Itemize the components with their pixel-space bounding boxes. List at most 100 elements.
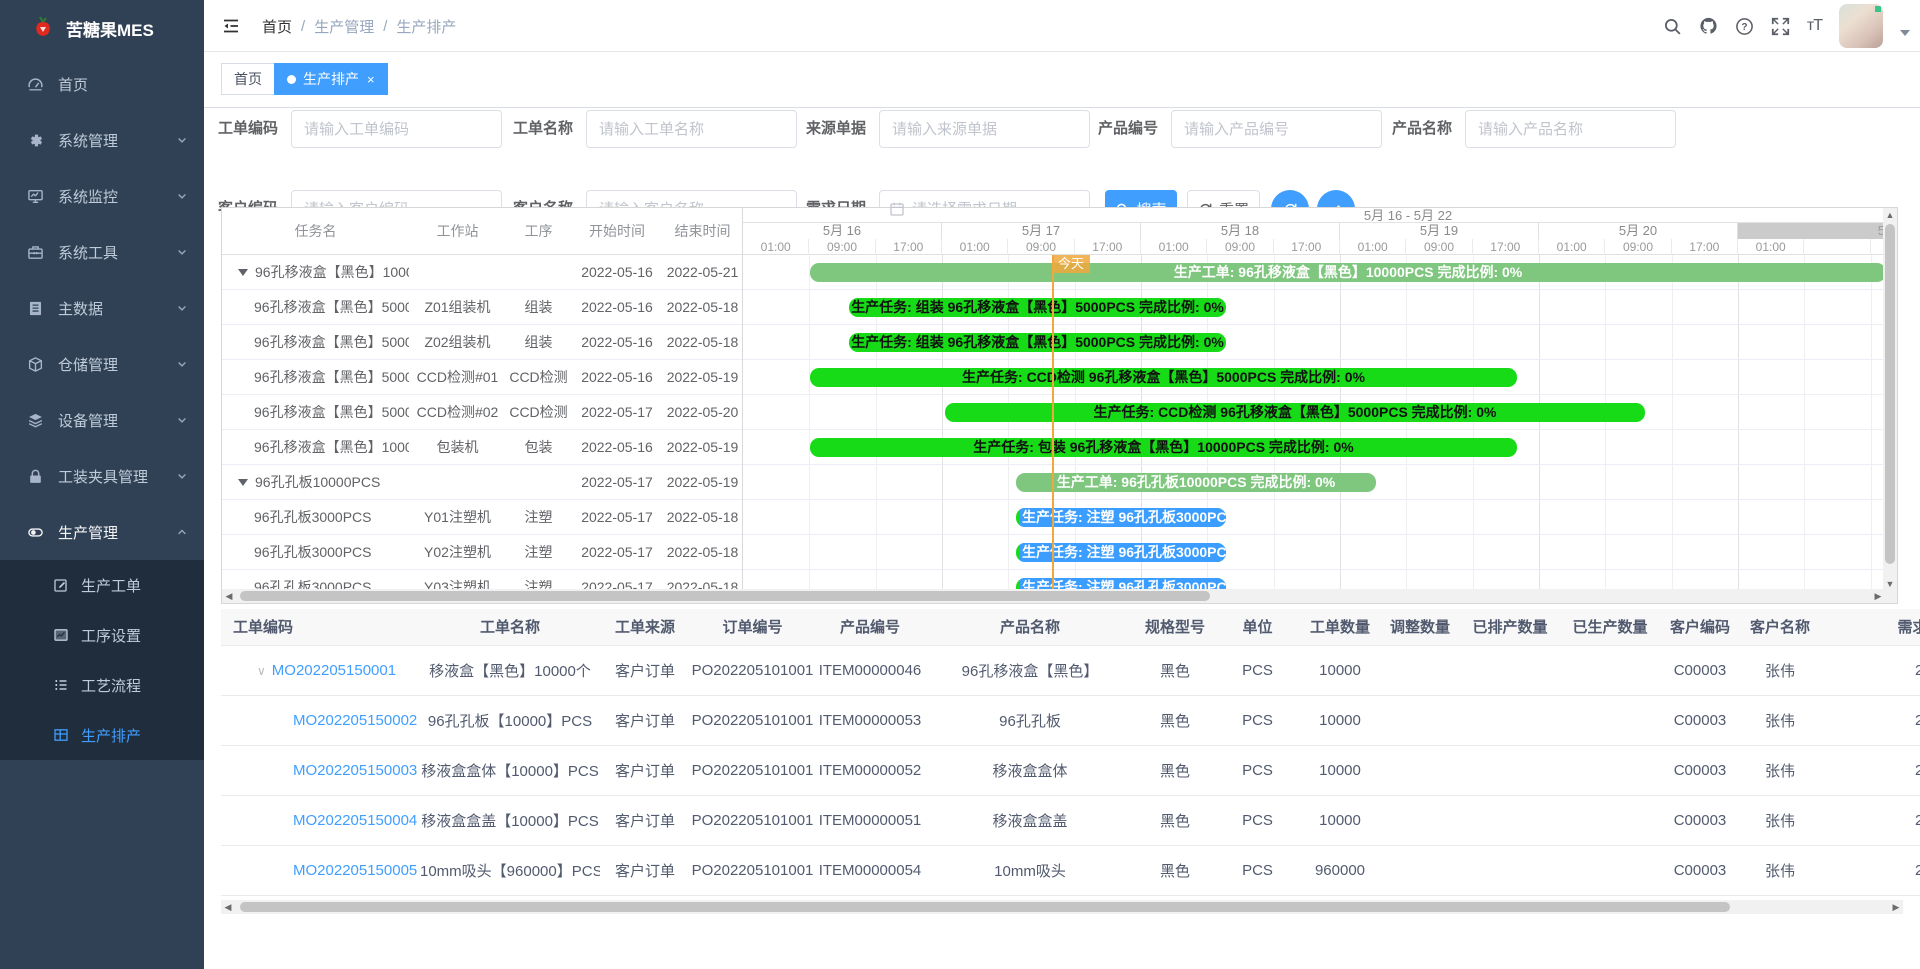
breadcrumb-scheduling[interactable]: 生产排产 bbox=[396, 16, 456, 37]
breadcrumb-home[interactable]: 首页 bbox=[262, 16, 292, 37]
gantt-task-row[interactable]: 96孔孔板3000PCSY01注塑机注塑2022-05-172022-05-18 bbox=[222, 500, 742, 535]
task-name: 96孔移液盒【黑色】5000PCS bbox=[222, 402, 409, 422]
task-start: 2022-05-16 bbox=[571, 299, 663, 315]
task-bar[interactable]: 生产任务: CCD检测 96孔移液盒【黑色】5000PCS 完成比例: 0% bbox=[810, 368, 1517, 387]
gantt-table-header: 任务名工作站工序开始时间结束时间 bbox=[222, 208, 742, 255]
order-row[interactable]: ∨MO202205150001移液盒【黑色】10000个客户订单PO202205… bbox=[221, 645, 1920, 695]
collapse-triangle-icon[interactable] bbox=[238, 269, 248, 276]
task-start: 2022-05-16 bbox=[571, 439, 663, 455]
gantt-task-row[interactable]: 96孔移液盒【黑色】10000PCS包装机包装2022-05-162022-05… bbox=[222, 430, 742, 465]
gantt-hscroll-thumb[interactable] bbox=[240, 591, 1210, 601]
tab-home[interactable]: 首页 bbox=[221, 63, 275, 95]
order-link[interactable]: MO202205150005 bbox=[293, 862, 417, 879]
gantt-task-row[interactable]: 96孔移液盒【黑色】5000PCSCCD检测#01CCD检测2022-05-16… bbox=[222, 360, 742, 395]
gantt-task-row[interactable]: 96孔移液盒【黑色】5000PCSZ01组装机组装2022-05-162022-… bbox=[222, 290, 742, 325]
task-bar[interactable]: 生产任务: CCD检测 96孔移液盒【黑色】5000PCS 完成比例: 0% bbox=[945, 403, 1645, 422]
gantt-col-3: 开始时间 bbox=[571, 221, 663, 241]
gantt-task-row[interactable]: 96孔孔板3000PCSY03注塑机注塑2022-05-172022-05-18 bbox=[222, 570, 742, 591]
gantt-task-row[interactable]: 96孔移液盒【黑色】10000PCS2022-05-162022-05-21 bbox=[222, 255, 742, 290]
sidebar-item-label: 主数据 bbox=[58, 298, 176, 319]
gantt-task-row[interactable]: 96孔移液盒【黑色】5000PCSZ02组装机组装2022-05-162022-… bbox=[222, 325, 742, 360]
submenu-item-0[interactable]: 生产工单 bbox=[0, 560, 204, 610]
help-icon[interactable]: ? bbox=[1735, 17, 1754, 36]
order-link[interactable]: MO202205150001 bbox=[272, 662, 396, 679]
order-link[interactable]: MO202205150004 bbox=[293, 812, 417, 829]
filter-input-0-4[interactable] bbox=[1465, 110, 1676, 148]
order-row[interactable]: MO20220515000510mm吸头【960000】PCS客户订单PO202… bbox=[221, 845, 1920, 895]
gantt-task-table: 任务名工作站工序开始时间结束时间 96孔移液盒【黑色】10000PCS2022-… bbox=[222, 208, 742, 603]
order-cell-adj_qty bbox=[1380, 745, 1460, 795]
sidebar-item-6[interactable]: 设备管理 bbox=[0, 392, 204, 448]
scroll-left-icon[interactable]: ◀ bbox=[221, 900, 235, 914]
chevron-down-icon[interactable] bbox=[1900, 30, 1910, 36]
submenu-item-1[interactable]: 工序设置 bbox=[0, 610, 204, 660]
gantt-col-0: 任务名 bbox=[222, 221, 409, 241]
gantt-task-row[interactable]: 96孔孔板10000PCS2022-05-172022-05-19 bbox=[222, 465, 742, 500]
github-icon[interactable] bbox=[1699, 17, 1718, 36]
collapse-triangle-icon[interactable] bbox=[238, 479, 248, 486]
filter-input-0-3[interactable] bbox=[1171, 110, 1382, 148]
order-row[interactable]: MO202205150003移液盒盒体【10000】PCS客户订单PO20220… bbox=[221, 745, 1920, 795]
gantt-chart-row: 生产任务: 注塑 96孔孔板3000PCS 完成比例: 0% bbox=[743, 535, 1885, 570]
order-bar[interactable]: 生产工单: 96孔孔板10000PCS 完成比例: 0% bbox=[1016, 473, 1376, 492]
task-bar[interactable]: 生产任务: 组装 96孔移液盒【黑色】5000PCS 完成比例: 0% bbox=[849, 333, 1226, 352]
search-icon[interactable] bbox=[1663, 17, 1682, 36]
order-row[interactable]: MO202205150004移液盒盒盖【10000】PCS客户订单PO20220… bbox=[221, 795, 1920, 845]
sidebar-item-3[interactable]: 系统工具 bbox=[0, 224, 204, 280]
task-bar[interactable]: 生产任务: 注塑 96孔孔板3000PCS 完成比例: 0% bbox=[1016, 543, 1226, 562]
gantt-task-row[interactable]: 96孔孔板3000PCSY02注塑机注塑2022-05-172022-05-18 bbox=[222, 535, 742, 570]
gantt-vscrollbar[interactable]: ▲ ▼ bbox=[1883, 208, 1897, 591]
sidebar-item-4[interactable]: 主数据 bbox=[0, 280, 204, 336]
task-bar[interactable]: 生产任务: 组装 96孔移液盒【黑色】5000PCS 完成比例: 0% bbox=[849, 298, 1226, 317]
order-cell-unit: PCS bbox=[1215, 695, 1300, 745]
app-logo[interactable]: 苦糖果MES bbox=[0, 0, 204, 56]
sidebar-item-2[interactable]: 系统监控 bbox=[0, 168, 204, 224]
filter-input-0-2[interactable] bbox=[879, 110, 1090, 148]
sidebar-item-7[interactable]: 工装夹具管理 bbox=[0, 448, 204, 504]
order-cell-source: 客户订单 bbox=[600, 645, 690, 695]
avatar[interactable] bbox=[1839, 4, 1883, 48]
order-link[interactable]: MO202205150002 bbox=[293, 712, 417, 729]
sidebar-fold-icon[interactable] bbox=[221, 16, 241, 36]
fullscreen-icon[interactable] bbox=[1771, 17, 1790, 36]
gantt-hour bbox=[1804, 239, 1870, 255]
close-tab-icon[interactable]: × bbox=[367, 73, 375, 86]
order-bar[interactable]: 生产工单: 96孔移液盒【黑色】10000PCS 完成比例: 0% bbox=[810, 263, 1885, 282]
gantt-hscrollbar[interactable]: ◀ ▶ bbox=[222, 589, 1885, 603]
order-cell-sched_qty bbox=[1460, 745, 1560, 795]
filter-input-0-1[interactable] bbox=[586, 110, 797, 148]
gantt-hour: 01:00 bbox=[1340, 239, 1406, 255]
gantt-day-3: 5月 19 bbox=[1340, 223, 1539, 239]
submenu-item-3[interactable]: 生产排产 bbox=[0, 710, 204, 760]
gantt-task-row[interactable]: 96孔移液盒【黑色】5000PCSCCD检测#02CCD检测2022-05-17… bbox=[222, 395, 742, 430]
row-expand-icon[interactable]: ∨ bbox=[257, 664, 266, 678]
orders-hscroll-thumb[interactable] bbox=[240, 902, 1730, 912]
breadcrumb-production[interactable]: 生产管理 bbox=[314, 16, 374, 37]
filter-input-0-0[interactable] bbox=[291, 110, 502, 148]
sidebar-item-5[interactable]: 仓储管理 bbox=[0, 336, 204, 392]
sidebar-item-1[interactable]: 系统管理 bbox=[0, 112, 204, 168]
orders-hscrollbar[interactable]: ◀ ▶ bbox=[221, 900, 1903, 914]
task-bar[interactable]: 生产任务: 包装 96孔移液盒【黑色】10000PCS 完成比例: 0% bbox=[810, 438, 1517, 457]
order-row[interactable]: MO20220515000296孔孔板【10000】PCS客户订单PO20220… bbox=[221, 695, 1920, 745]
gantt-vscroll-thumb[interactable] bbox=[1885, 224, 1895, 564]
font-size-icon[interactable]: ᴛT bbox=[1807, 17, 1822, 35]
task-name-text: 96孔移液盒【黑色】10000PCS bbox=[255, 262, 409, 282]
task-name-text: 96孔孔板10000PCS bbox=[255, 472, 380, 492]
task-bar[interactable]: 生产任务: 注塑 96孔孔板3000PCS 完成比例: 0% bbox=[1016, 508, 1226, 527]
task-end: 2022-05-18 bbox=[663, 544, 742, 560]
gantt-week-range: 5月 16 - 5月 22 bbox=[1364, 208, 1452, 223]
order-link[interactable]: MO202205150003 bbox=[293, 762, 417, 779]
task-name: 96孔孔板10000PCS bbox=[222, 472, 409, 492]
sidebar-item-0[interactable]: 首页 bbox=[0, 56, 204, 112]
submenu-item-2[interactable]: 工艺流程 bbox=[0, 660, 204, 710]
scroll-left-icon[interactable]: ◀ bbox=[222, 589, 236, 603]
task-name-text: 96孔移液盒【黑色】5000PCS bbox=[254, 402, 409, 422]
order-cell-order_no: PO202205101001 bbox=[690, 645, 815, 695]
tab-scheduling[interactable]: 生产排产 × bbox=[274, 63, 388, 95]
scroll-right-icon[interactable]: ▶ bbox=[1889, 900, 1903, 914]
gantt-table-rows: 96孔移液盒【黑色】10000PCS2022-05-162022-05-2196… bbox=[222, 255, 742, 591]
sidebar-item-8[interactable]: 生产管理 bbox=[0, 504, 204, 560]
scroll-up-icon[interactable]: ▲ bbox=[1883, 208, 1897, 222]
today-line bbox=[1052, 255, 1054, 591]
